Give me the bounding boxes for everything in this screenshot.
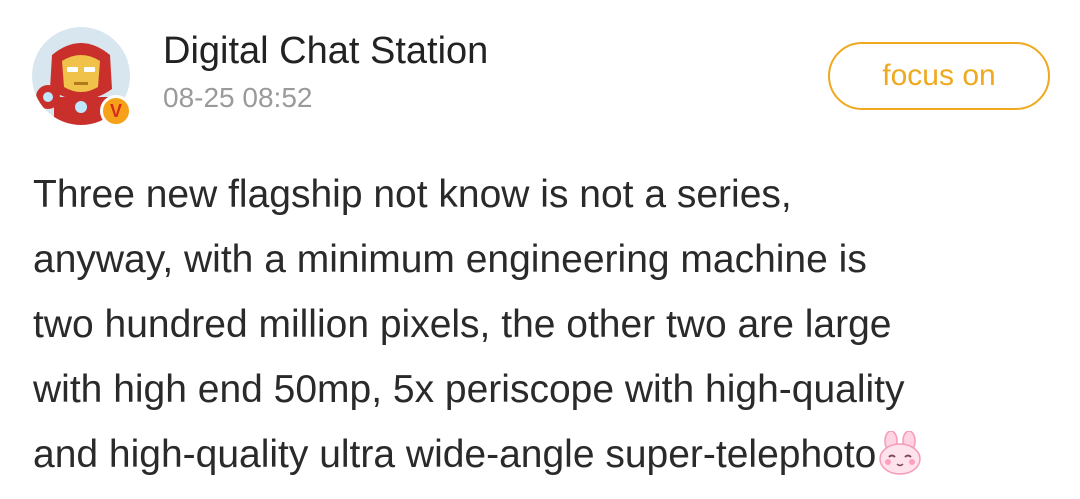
post-header: V Digital Chat Station 08-25 08:52 focus… [0,0,1080,150]
author-name[interactable]: Digital Chat Station [163,30,488,73]
post-text-line: anyway, with a minimum engineering machi… [33,238,867,281]
post-text-line-last: and high-quality ultra wide-angle super-… [33,422,1053,495]
post-text-line: with high end 50mp, 5x periscope with hi… [33,368,905,411]
post-text-line: Three new flagship not know is not a ser… [33,173,792,216]
post-text-line: two hundred million pixels, the other tw… [33,303,892,346]
follow-button[interactable]: focus on [828,42,1050,110]
post-timestamp: 08-25 08:52 [163,82,313,113]
verified-badge-label: V [109,101,122,121]
post-text-line: and high-quality ultra wide-angle super-… [33,433,877,476]
bunny-emoji-icon [877,430,923,495]
verified-badge: V [100,95,132,127]
post-text: Three new flagship not know is not a ser… [33,162,1053,495]
